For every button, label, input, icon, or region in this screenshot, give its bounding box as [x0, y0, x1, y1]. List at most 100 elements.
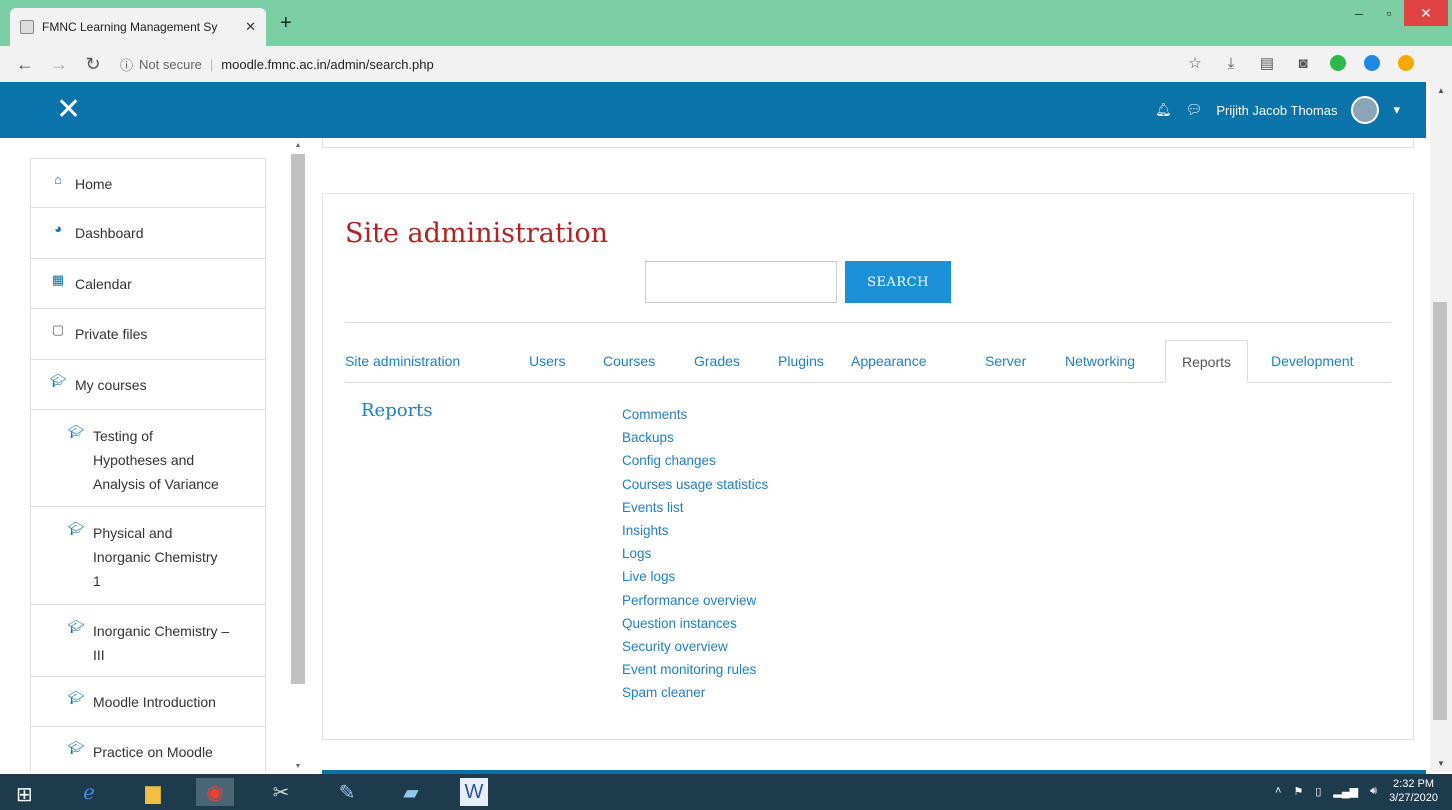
tab-development[interactable]: Development	[1271, 340, 1354, 383]
nav-item-course[interactable]: 🎓︎ Testing of Hypotheses and Analysis of…	[30, 410, 266, 507]
link-spam-cleaner[interactable]: Spam cleaner	[622, 681, 768, 704]
scroll-down-icon[interactable]: ▼	[1430, 759, 1452, 768]
pocket-icon[interactable]: ◙	[1294, 55, 1312, 72]
nav-item-label: Moodle Introduction	[93, 694, 216, 710]
nav-item-dashboard[interactable]: ◕ Dashboard	[30, 208, 266, 259]
paint-icon[interactable]: ✎	[328, 778, 366, 806]
network-signal-icon[interactable]: ▂▄▆	[1333, 785, 1358, 798]
nav-item-private-files[interactable]: ▢ Private files	[30, 309, 266, 360]
nav-item-calendar[interactable]: ▦ Calendar	[30, 259, 266, 309]
link-events-list[interactable]: Events list	[622, 496, 768, 519]
nav-item-course[interactable]: 🎓︎ Physical and Inorganic Chemistry 1	[30, 507, 266, 605]
scroll-up-icon[interactable]: ▲	[1430, 86, 1452, 95]
tab-networking[interactable]: Networking	[1065, 340, 1135, 383]
page-scrollbar-thumb[interactable]	[1433, 302, 1447, 720]
address-bar[interactable]: ⓘ Not secure | moodle.fmnc.ac.in/admin/s…	[120, 50, 1160, 78]
show-hidden-icons-icon[interactable]: ˄	[1275, 785, 1281, 797]
nav-item-label: Inorganic Chemistry – III	[93, 619, 229, 667]
course-name-line: Inorganic Chemistry	[93, 549, 218, 565]
divider	[345, 322, 1391, 323]
tab-close-icon[interactable]: ✕	[245, 19, 256, 35]
internet-explorer-icon[interactable]: ℯ	[70, 778, 108, 806]
close-drawer-icon[interactable]: ✕	[56, 92, 81, 127]
taskbar-clock[interactable]: 2:32 PM 3/27/2020	[1389, 777, 1438, 805]
nav-item-label: Physical and Inorganic Chemistry 1	[93, 521, 218, 593]
profile-icon[interactable]	[1364, 55, 1380, 71]
dashboard-icon: ◕	[54, 221, 62, 236]
link-backups[interactable]: Backups	[622, 426, 768, 449]
link-question-instances[interactable]: Question instances	[622, 612, 768, 635]
page-title: Site administration	[345, 218, 609, 249]
link-live-logs[interactable]: Live logs	[622, 565, 768, 588]
minimize-icon[interactable]: –	[1344, 0, 1374, 26]
admin-search-input[interactable]	[645, 261, 837, 303]
search-button[interactable]: SEARCH	[845, 261, 951, 303]
forward-arrow-icon[interactable]: →	[50, 54, 68, 75]
tab-courses[interactable]: Courses	[603, 340, 655, 383]
messages-icon[interactable]: 💬︎	[1186, 102, 1203, 118]
new-tab-button[interactable]: +	[280, 12, 292, 35]
alert-extension-icon[interactable]	[1398, 55, 1414, 71]
maximize-icon[interactable]: ▫	[1374, 0, 1404, 26]
nav-item-course[interactable]: 🎓︎ Moodle Introduction	[30, 677, 266, 727]
word-icon[interactable]: W	[460, 778, 488, 806]
reload-icon[interactable]: ↻	[84, 54, 102, 75]
link-security-overview[interactable]: Security overview	[622, 635, 768, 658]
section-heading[interactable]: Reports	[361, 400, 433, 421]
battery-icon[interactable]: ▯	[1315, 785, 1321, 798]
calendar-icon: ▦	[51, 272, 65, 287]
window-close-icon[interactable]: ✕	[1404, 0, 1448, 26]
grammarly-extension-icon[interactable]	[1330, 55, 1346, 71]
link-courses-usage-statistics[interactable]: Courses usage statistics	[622, 473, 768, 496]
download-icon[interactable]: ⤓	[1222, 55, 1240, 72]
drawer-scroll-down-icon[interactable]: ▼	[290, 763, 306, 770]
user-menu-caret-icon[interactable]: ▾	[1393, 102, 1400, 118]
tab-plugins[interactable]: Plugins	[778, 340, 824, 383]
link-config-changes[interactable]: Config changes	[622, 449, 768, 472]
avatar[interactable]	[1351, 96, 1380, 124]
volume-icon[interactable]: 🔊︎	[1370, 785, 1377, 798]
nav-item-label: My courses	[75, 377, 147, 393]
nav-item-course[interactable]: 🎓︎ Practice on Moodle	[30, 727, 266, 772]
admin-card: Site administration SEARCH Site administ…	[322, 193, 1414, 740]
reader-icon[interactable]: ▤	[1258, 54, 1276, 72]
windows-start-icon[interactable]: ⊞	[16, 782, 33, 807]
chrome-icon[interactable]: ◉	[196, 778, 234, 806]
page-favicon-icon	[20, 20, 34, 34]
snipping-tool-icon[interactable]: ✂	[262, 778, 300, 806]
nav-item-label: Calendar	[75, 276, 132, 292]
moodle-navbar: ✕ 🔔︎ 💬︎ Prijith Jacob Thomas ▾	[0, 82, 1426, 138]
course-name-line: Hypotheses and	[93, 452, 195, 468]
tab-appearance[interactable]: Appearance	[851, 340, 927, 383]
tab-grades[interactable]: Grades	[694, 340, 740, 383]
drawer-scrollbar[interactable]: ▲ ▼	[290, 142, 306, 772]
link-insights[interactable]: Insights	[622, 519, 768, 542]
link-comments[interactable]: Comments	[622, 403, 768, 426]
link-performance-overview[interactable]: Performance overview	[622, 589, 768, 612]
file-explorer-icon[interactable]: ▆	[134, 778, 172, 806]
tab-server[interactable]: Server	[985, 340, 1026, 383]
link-logs[interactable]: Logs	[622, 542, 768, 565]
nav-item-course[interactable]: 🎓︎ Inorganic Chemistry – III	[30, 605, 266, 677]
graduation-cap-icon: 🎓︎	[67, 424, 85, 439]
nav-item-my-courses[interactable]: 🎓︎ My courses	[30, 360, 266, 410]
url-text[interactable]: moodle.fmnc.ac.in/admin/search.php	[221, 57, 433, 72]
browser-tab[interactable]: FMNC Learning Management Sy ✕	[10, 8, 266, 46]
info-icon[interactable]: ⓘ	[120, 55, 133, 74]
tab-reports[interactable]: Reports	[1165, 340, 1249, 383]
link-event-monitoring-rules[interactable]: Event monitoring rules	[622, 658, 768, 681]
drawer-scroll-up-icon[interactable]: ▲	[290, 142, 306, 149]
user-name[interactable]: Prijith Jacob Thomas	[1216, 103, 1337, 118]
tab-site-administration[interactable]: Site administration	[345, 340, 460, 383]
bookmark-star-icon[interactable]: ☆	[1186, 54, 1204, 72]
back-arrow-icon[interactable]: ←	[16, 54, 34, 75]
notification-bell-icon[interactable]: 🔔︎	[1155, 102, 1172, 118]
graduation-cap-icon: 🎓︎	[49, 373, 67, 388]
tab-users[interactable]: Users	[529, 340, 566, 383]
nav-item-home[interactable]: ⌂ Home	[30, 158, 266, 208]
notepad-icon[interactable]: ▰	[392, 778, 430, 806]
drawer-scrollbar-thumb[interactable]	[291, 154, 305, 684]
action-center-flag-icon[interactable]: ⚑	[1293, 785, 1303, 798]
page-scrollbar[interactable]: ▲ ▼	[1430, 82, 1452, 772]
browser-toolbar: ← → ↻ ⓘ Not secure | moodle.fmnc.ac.in/a…	[0, 46, 1452, 82]
